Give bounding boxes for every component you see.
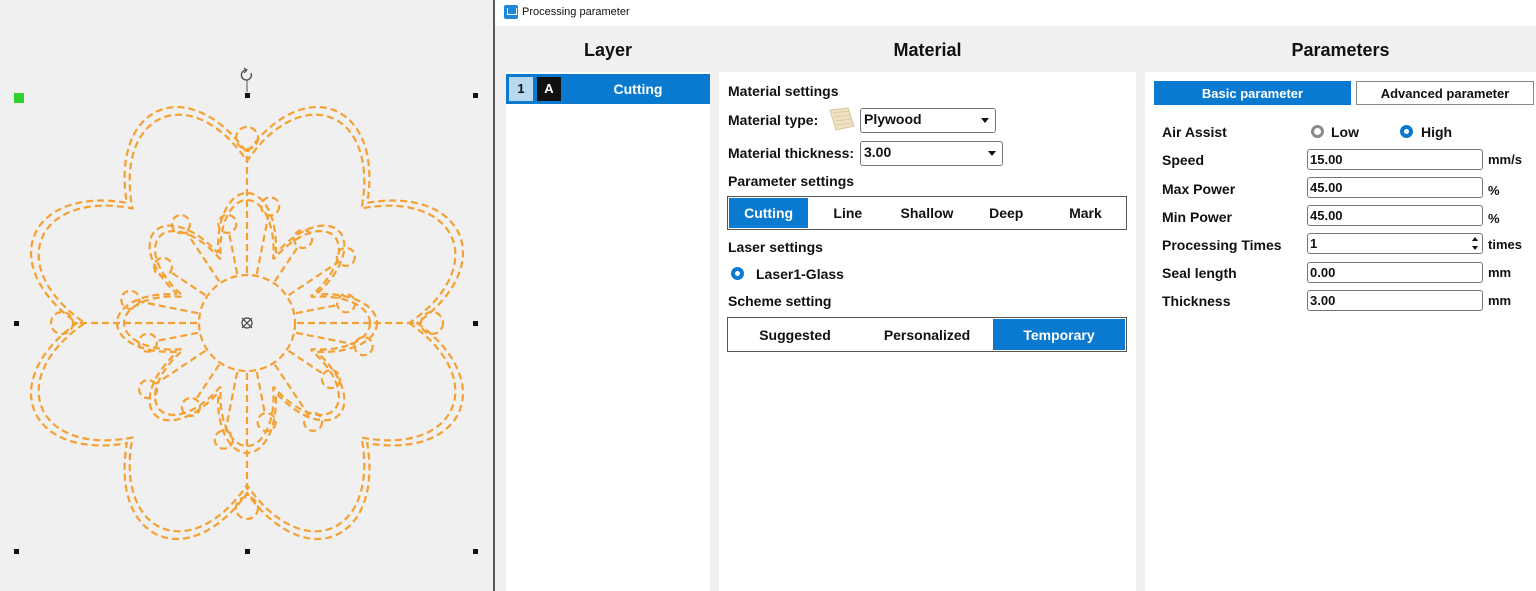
layer-number: 1 [509,77,533,101]
min-power-label: Min Power [1162,209,1233,225]
spoke [287,349,325,376]
min-power-input[interactable]: 45.00 [1307,205,1483,226]
seal-length-unit: mm [1488,265,1512,280]
max-power-input[interactable]: 45.00 [1307,177,1483,198]
resize-handle-top[interactable] [245,93,250,98]
max-power-unit: % [1488,183,1500,198]
min-power-unit: % [1488,211,1500,226]
processing-times-value: 1 [1310,236,1318,251]
spinner-arrows-icon[interactable] [1472,237,1478,250]
tab-suggested[interactable]: Suggested [729,319,861,350]
resize-handle-bottom[interactable] [245,549,250,554]
spoke-end [138,379,159,400]
parameter-settings-heading: Parameter settings [728,173,855,189]
speed-unit: mm/s [1488,152,1522,167]
chevron-down-icon [981,118,989,123]
spoke [295,331,356,346]
thickness-input[interactable]: 3.00 [1307,290,1483,311]
thickness-label: Thickness [1162,293,1231,309]
air-assist-high-label[interactable]: High [1421,124,1452,140]
air-assist-label: Air Assist [1162,124,1227,140]
spoke [287,260,340,297]
scheme-setting-heading: Scheme setting [728,293,832,309]
material-thickness-value: 3.00 [864,144,892,160]
parameter-type-tabs: Cutting Line Shallow Deep Mark [727,196,1127,230]
material-column-title: Material [893,40,962,60]
tab-line[interactable]: Line [808,198,887,228]
air-assist-low-label[interactable]: Low [1331,124,1359,140]
tab-basic-parameter[interactable]: Basic parameter [1154,81,1351,105]
spoke [156,331,199,342]
origin-handle[interactable] [14,93,24,103]
tab-shallow[interactable]: Shallow [887,198,966,228]
tab-personalized[interactable]: Personalized [861,319,993,350]
spoke [255,371,266,414]
spoke [273,245,300,283]
material-type-select[interactable]: Plywood [860,108,996,133]
thickness-unit: mm [1488,293,1512,308]
spoke [255,214,270,275]
scheme-tabs: Suggested Personalized Temporary [727,317,1127,352]
spoke [295,304,338,315]
speed-label: Speed [1162,152,1205,168]
tab-mark[interactable]: Mark [1046,198,1125,228]
center-mark-icon [241,317,253,329]
processing-times-unit: times [1488,237,1522,252]
plywood-icon [829,107,855,131]
title-bar: Processing parameter [495,0,1536,26]
emblem [234,495,260,521]
resize-handle-left[interactable] [14,321,19,326]
emblem [419,310,445,336]
spoke [273,363,310,416]
layer-column-title: Layer [583,40,633,60]
app-icon [504,5,518,19]
parameters-column-title: Parameters [1291,40,1390,60]
spoke-end [353,336,374,357]
resize-handle-right[interactable] [473,321,478,326]
speed-input[interactable]: 15.00 [1307,149,1483,170]
seal-length-label: Seal length [1162,265,1237,281]
air-assist-low-radio[interactable] [1311,125,1324,138]
laser-settings-heading: Laser settings [728,239,823,255]
material-type-label: Material type: [728,112,819,128]
layer-name: Cutting [613,81,663,97]
spoke [138,300,199,315]
material-type-value: Plywood [864,111,922,127]
max-power-label: Max Power [1162,181,1236,197]
design-canvas[interactable] [0,0,493,591]
processing-times-spinbox[interactable]: 1 [1307,233,1483,254]
laser1-glass-radio[interactable] [731,267,744,280]
resize-handle-top-right[interactable] [473,93,478,98]
seal-length-input[interactable]: 0.00 [1307,262,1483,283]
window-title: Processing parameter [522,6,630,18]
chevron-down-icon [988,151,996,156]
emblem [234,125,260,151]
material-thickness-label: Material thickness: [728,145,855,161]
rotate-handle-icon[interactable] [240,67,253,92]
laser1-glass-label[interactable]: Laser1-Glass [756,266,844,282]
tab-temporary[interactable]: Temporary [993,319,1125,350]
air-assist-high-radio[interactable] [1400,125,1413,138]
layer-row[interactable]: 1 A Cutting [506,74,710,104]
flower-design[interactable] [0,0,493,591]
spoke-end [303,411,324,432]
processing-times-label: Processing Times [1162,237,1282,253]
emblem [49,310,75,336]
layer-panel [506,72,710,591]
material-thickness-select[interactable]: 3.00 [860,141,1003,166]
spoke [228,232,239,275]
spoke [224,371,239,432]
tab-cutting[interactable]: Cutting [729,198,809,228]
tab-advanced-parameter[interactable]: Advanced parameter [1356,81,1534,105]
material-settings-heading: Material settings [728,83,839,99]
resize-handle-bottom-left[interactable] [14,549,19,554]
spoke-end [137,332,158,353]
resize-handle-bottom-right[interactable] [473,549,478,554]
tab-deep[interactable]: Deep [967,198,1046,228]
layer-mode-badge: A [537,77,561,101]
